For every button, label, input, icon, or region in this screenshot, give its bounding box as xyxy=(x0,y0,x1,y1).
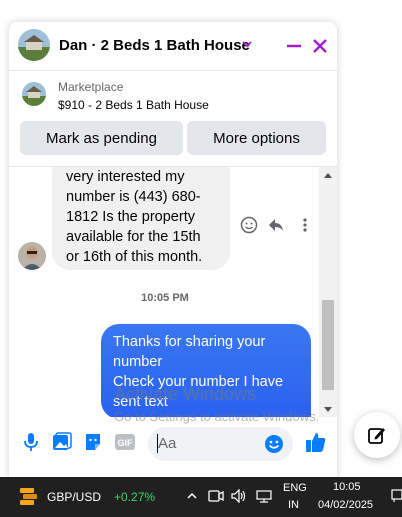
message-timestamp: 10:05 PM xyxy=(141,292,189,304)
new-message-button[interactable] xyxy=(354,412,400,458)
svg-text:GIF: GIF xyxy=(118,438,134,448)
outgoing-line-1: Thanks for sharing your number xyxy=(113,334,266,370)
volume-icon[interactable] xyxy=(231,488,247,508)
reply-icon[interactable] xyxy=(266,215,286,235)
close-icon[interactable] xyxy=(309,35,331,57)
listing-thumbnail[interactable] xyxy=(22,82,46,106)
network-icon[interactable] xyxy=(256,489,272,508)
like-icon[interactable] xyxy=(305,431,327,458)
sticker-icon[interactable] xyxy=(82,431,104,453)
windows-taskbar: GBP/USD +0.27% ENG IN 10:05 04/02/2025 xyxy=(0,477,402,517)
activate-windows-subtitle: Go to Settings to activate Windows. xyxy=(114,409,320,424)
message-input[interactable]: Aa xyxy=(148,427,293,461)
incoming-message-text: very interested my number is (443) 680- … xyxy=(66,169,203,265)
message-scrollbar[interactable] xyxy=(319,167,337,417)
composer-bar: GIF Aa xyxy=(9,417,337,477)
scroll-up-icon[interactable] xyxy=(324,173,332,178)
contact-avatar[interactable] xyxy=(18,29,50,61)
mark-as-pending-button[interactable]: Mark as pending xyxy=(20,121,183,155)
ticker-name[interactable]: GBP/USD xyxy=(47,490,101,504)
marketplace-card: Marketplace $910 - 2 Beds 1 Bath House M… xyxy=(9,70,337,167)
more-actions-icon[interactable] xyxy=(295,215,315,235)
more-options-button[interactable]: More options xyxy=(187,121,326,155)
gif-icon[interactable]: GIF xyxy=(114,431,136,453)
photo-icon[interactable] xyxy=(51,431,73,453)
language-code[interactable]: ENG xyxy=(283,482,307,494)
scrollbar-thumb[interactable] xyxy=(322,300,334,390)
sender-avatar[interactable] xyxy=(18,242,46,270)
message-list[interactable]: very interested my number is (443) 680- … xyxy=(9,167,337,417)
activate-windows-title: Activate Windows xyxy=(114,384,257,404)
clock-time[interactable]: 10:05 xyxy=(333,481,361,493)
listing-title[interactable]: $910 - 2 Beds 1 Bath House xyxy=(58,98,209,112)
emoji-icon[interactable] xyxy=(264,434,284,459)
language-region[interactable]: IN xyxy=(288,499,299,511)
chevron-up-icon[interactable] xyxy=(186,489,198,507)
message-input-placeholder: Aa xyxy=(158,435,177,452)
marketplace-label: Marketplace xyxy=(58,80,124,94)
scroll-down-icon[interactable] xyxy=(324,407,332,412)
camera-icon[interactable] xyxy=(208,489,224,508)
react-emoji-icon[interactable] xyxy=(239,215,259,235)
microphone-icon[interactable] xyxy=(20,431,42,453)
clock-date[interactable]: 04/02/2025 xyxy=(318,499,373,511)
chat-header: Dan · 2 Beds 1 Bath House xyxy=(9,22,337,71)
chevron-down-icon[interactable] xyxy=(241,38,253,50)
notification-icon[interactable] xyxy=(391,489,402,508)
incoming-message: very interested my number is (443) 680- … xyxy=(52,167,230,270)
minimize-icon[interactable] xyxy=(283,35,305,57)
compose-icon xyxy=(368,428,385,444)
ticker-icon[interactable] xyxy=(18,486,40,511)
ticker-change: +0.27% xyxy=(114,490,156,504)
chat-title[interactable]: Dan · 2 Beds 1 Bath House xyxy=(59,37,250,54)
